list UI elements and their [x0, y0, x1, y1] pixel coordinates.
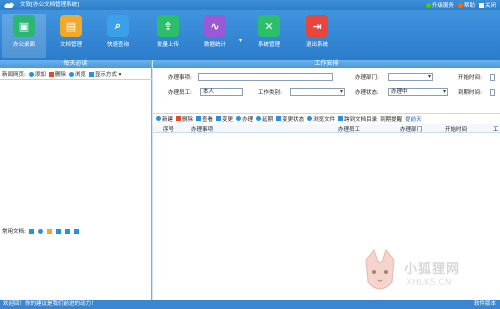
status-icon — [276, 116, 282, 121]
search-icon: ⌕ — [107, 15, 129, 37]
dept-select[interactable] — [388, 73, 433, 81]
status-select[interactable]: 办理中 — [388, 88, 448, 96]
main-toolbar: ▣ 办公桌面 ▤ 文档管理 ⌕ 快速查询 ⇪ 批量上传 ∿ 数据统计 ▾ ✕ 系… — [0, 10, 500, 60]
toolbar-stats-button[interactable]: ∿ 数据统计 — [193, 14, 237, 58]
clock-icon — [256, 116, 262, 121]
news-pages-label: 新闻网页: — [2, 72, 26, 78]
eye-icon — [68, 72, 74, 77]
doc-icon[interactable] — [55, 228, 61, 234]
help-icon — [457, 2, 463, 8]
staff-input[interactable]: 本人 — [200, 88, 243, 96]
new-button[interactable]: 新建 — [156, 115, 173, 123]
chart-icon: ∿ — [204, 15, 226, 37]
delete-news-button[interactable]: 删除 — [48, 70, 66, 78]
due-reminder-button[interactable]: 到期提醒 — [380, 115, 402, 123]
type-field-row: 工作类别: — [258, 88, 345, 96]
dept-field-row: 办理部门: — [355, 73, 433, 81]
watermark: 小狐狸网 XHLKS.CN — [360, 248, 500, 303]
view-button[interactable]: 查看 — [196, 115, 213, 123]
display-mode-button[interactable]: 显示方式 ▾ — [88, 70, 121, 78]
watermark-text: 小狐狸网 — [404, 262, 461, 277]
type-select[interactable] — [290, 88, 345, 96]
tools-icon: ✕ — [258, 15, 280, 37]
browse-news-button[interactable]: 浏览 — [68, 70, 86, 78]
schedule-table-header: 序号 办理事项 办理员工 办理部门 开始时间 工 — [153, 124, 500, 133]
status-field-row: 办理状态: 办理中 — [355, 88, 448, 96]
toolbar-documents-button[interactable]: ▤ 文档管理 — [49, 14, 93, 58]
common-docs-row: 常用文档: — [0, 226, 152, 236]
close-link[interactable]: 关闭 — [478, 1, 496, 9]
due-field-row: 到期时间: — [458, 88, 495, 96]
close-icon — [478, 2, 484, 8]
add-icon — [28, 72, 34, 77]
start-field-row: 开始时间: — [458, 73, 495, 81]
upgrade-icon — [425, 2, 431, 8]
task-field-row: 办理事项: — [168, 73, 333, 81]
doc-add-icon[interactable] — [28, 228, 34, 234]
task-input[interactable] — [198, 73, 333, 81]
advance-days-button[interactable]: 提前天 — [405, 115, 422, 123]
delete-icon — [48, 72, 54, 77]
mail-icon[interactable] — [46, 228, 52, 234]
view-icon — [196, 116, 202, 121]
display-icon — [88, 72, 94, 77]
schedule-actions: 新建 删除 查看 变更 办理 延期 变更状态 浏览文件 跨到文档目录 到期提醒 … — [153, 113, 500, 123]
change-button[interactable]: 变更 — [216, 115, 233, 123]
doc-directory-button[interactable]: 跨到文档目录 — [338, 115, 377, 123]
toolbar-upload-button[interactable]: ⇪ 批量上传 — [146, 14, 190, 58]
handle-icon — [236, 116, 242, 121]
postpone-button[interactable]: 延期 — [256, 115, 273, 123]
folder-icon: ▤ — [60, 15, 82, 37]
fox-logo-icon — [365, 248, 395, 290]
change-status-button[interactable]: 变更状态 — [276, 115, 304, 123]
news-pages-row: 新闻网页: 添加 删除 浏览 显示方式 ▾ — [0, 69, 152, 79]
app-logo-icon — [3, 1, 15, 9]
top-links: 升级服务 帮助 关闭 — [425, 0, 496, 10]
status-bar: 欢迎回！你的建议是我们前进的动力！ 软件版本 — [0, 300, 500, 309]
col-dept[interactable]: 办理部门 — [400, 125, 422, 133]
toolbar-search-button[interactable]: ⌕ 快速查询 — [96, 14, 140, 58]
toolbar-desktop-button[interactable]: ▣ 办公桌面 — [2, 14, 46, 58]
app-title: 文软[办公文档管理系统] — [20, 2, 80, 8]
col-index[interactable]: 序号 — [163, 125, 174, 133]
start-time-checkbox[interactable] — [490, 73, 495, 81]
status-version: 软件版本 — [473, 301, 496, 307]
col-staff[interactable]: 办理员工 — [338, 125, 360, 133]
add-news-button[interactable]: 添加 — [28, 70, 46, 78]
daily-reading-panel: 每天必读 新闻网页: 添加 删除 浏览 显示方式 ▾ 常用文档: — [0, 60, 152, 300]
col-task[interactable]: 办理事项 — [191, 125, 213, 133]
due-time-checkbox[interactable] — [490, 88, 495, 96]
delete-button[interactable]: 删除 — [176, 115, 193, 123]
staff-field-row: 办理员工: 本人 — [168, 88, 243, 96]
toolbar-exit-button[interactable]: ⇥ 退出系统 — [295, 14, 339, 58]
col-start[interactable]: 开始时间 — [445, 125, 467, 133]
toolbar-system-button[interactable]: ✕ 系统管理 — [247, 14, 291, 58]
list-icon[interactable] — [64, 228, 70, 234]
status-message: 欢迎回！你的建议是我们前进的动力！ — [3, 301, 97, 307]
edit-icon — [216, 116, 222, 121]
divider — [0, 79, 152, 80]
exit-icon: ⇥ — [306, 15, 328, 37]
grid-icon[interactable] — [73, 228, 79, 234]
new-icon — [156, 116, 161, 121]
eye-icon — [307, 116, 313, 121]
delete-icon — [176, 116, 182, 121]
col-more[interactable]: 工 — [493, 125, 499, 133]
handle-button[interactable]: 办理 — [236, 115, 253, 123]
daily-reading-title: 每天必读 — [0, 60, 151, 68]
common-docs-label: 常用文档: — [2, 229, 26, 235]
help-link[interactable]: 帮助 — [457, 1, 475, 9]
folder-icon — [338, 116, 344, 121]
upload-icon: ⇪ — [157, 15, 179, 37]
watermark-url: XHLKS.CN — [406, 278, 452, 288]
work-schedule-title: 工作安排 — [153, 60, 500, 68]
browse-file-button[interactable]: 浏览文件 — [307, 115, 335, 123]
upgrade-link[interactable]: 升级服务 — [425, 1, 454, 9]
title-bar: 文软[办公文档管理系统] 升级服务 帮助 关闭 — [0, 0, 500, 10]
desktop-icon: ▣ — [13, 15, 35, 37]
view-icon[interactable] — [37, 228, 43, 234]
toolbar-dropdown-icon[interactable]: ▾ — [239, 37, 242, 44]
